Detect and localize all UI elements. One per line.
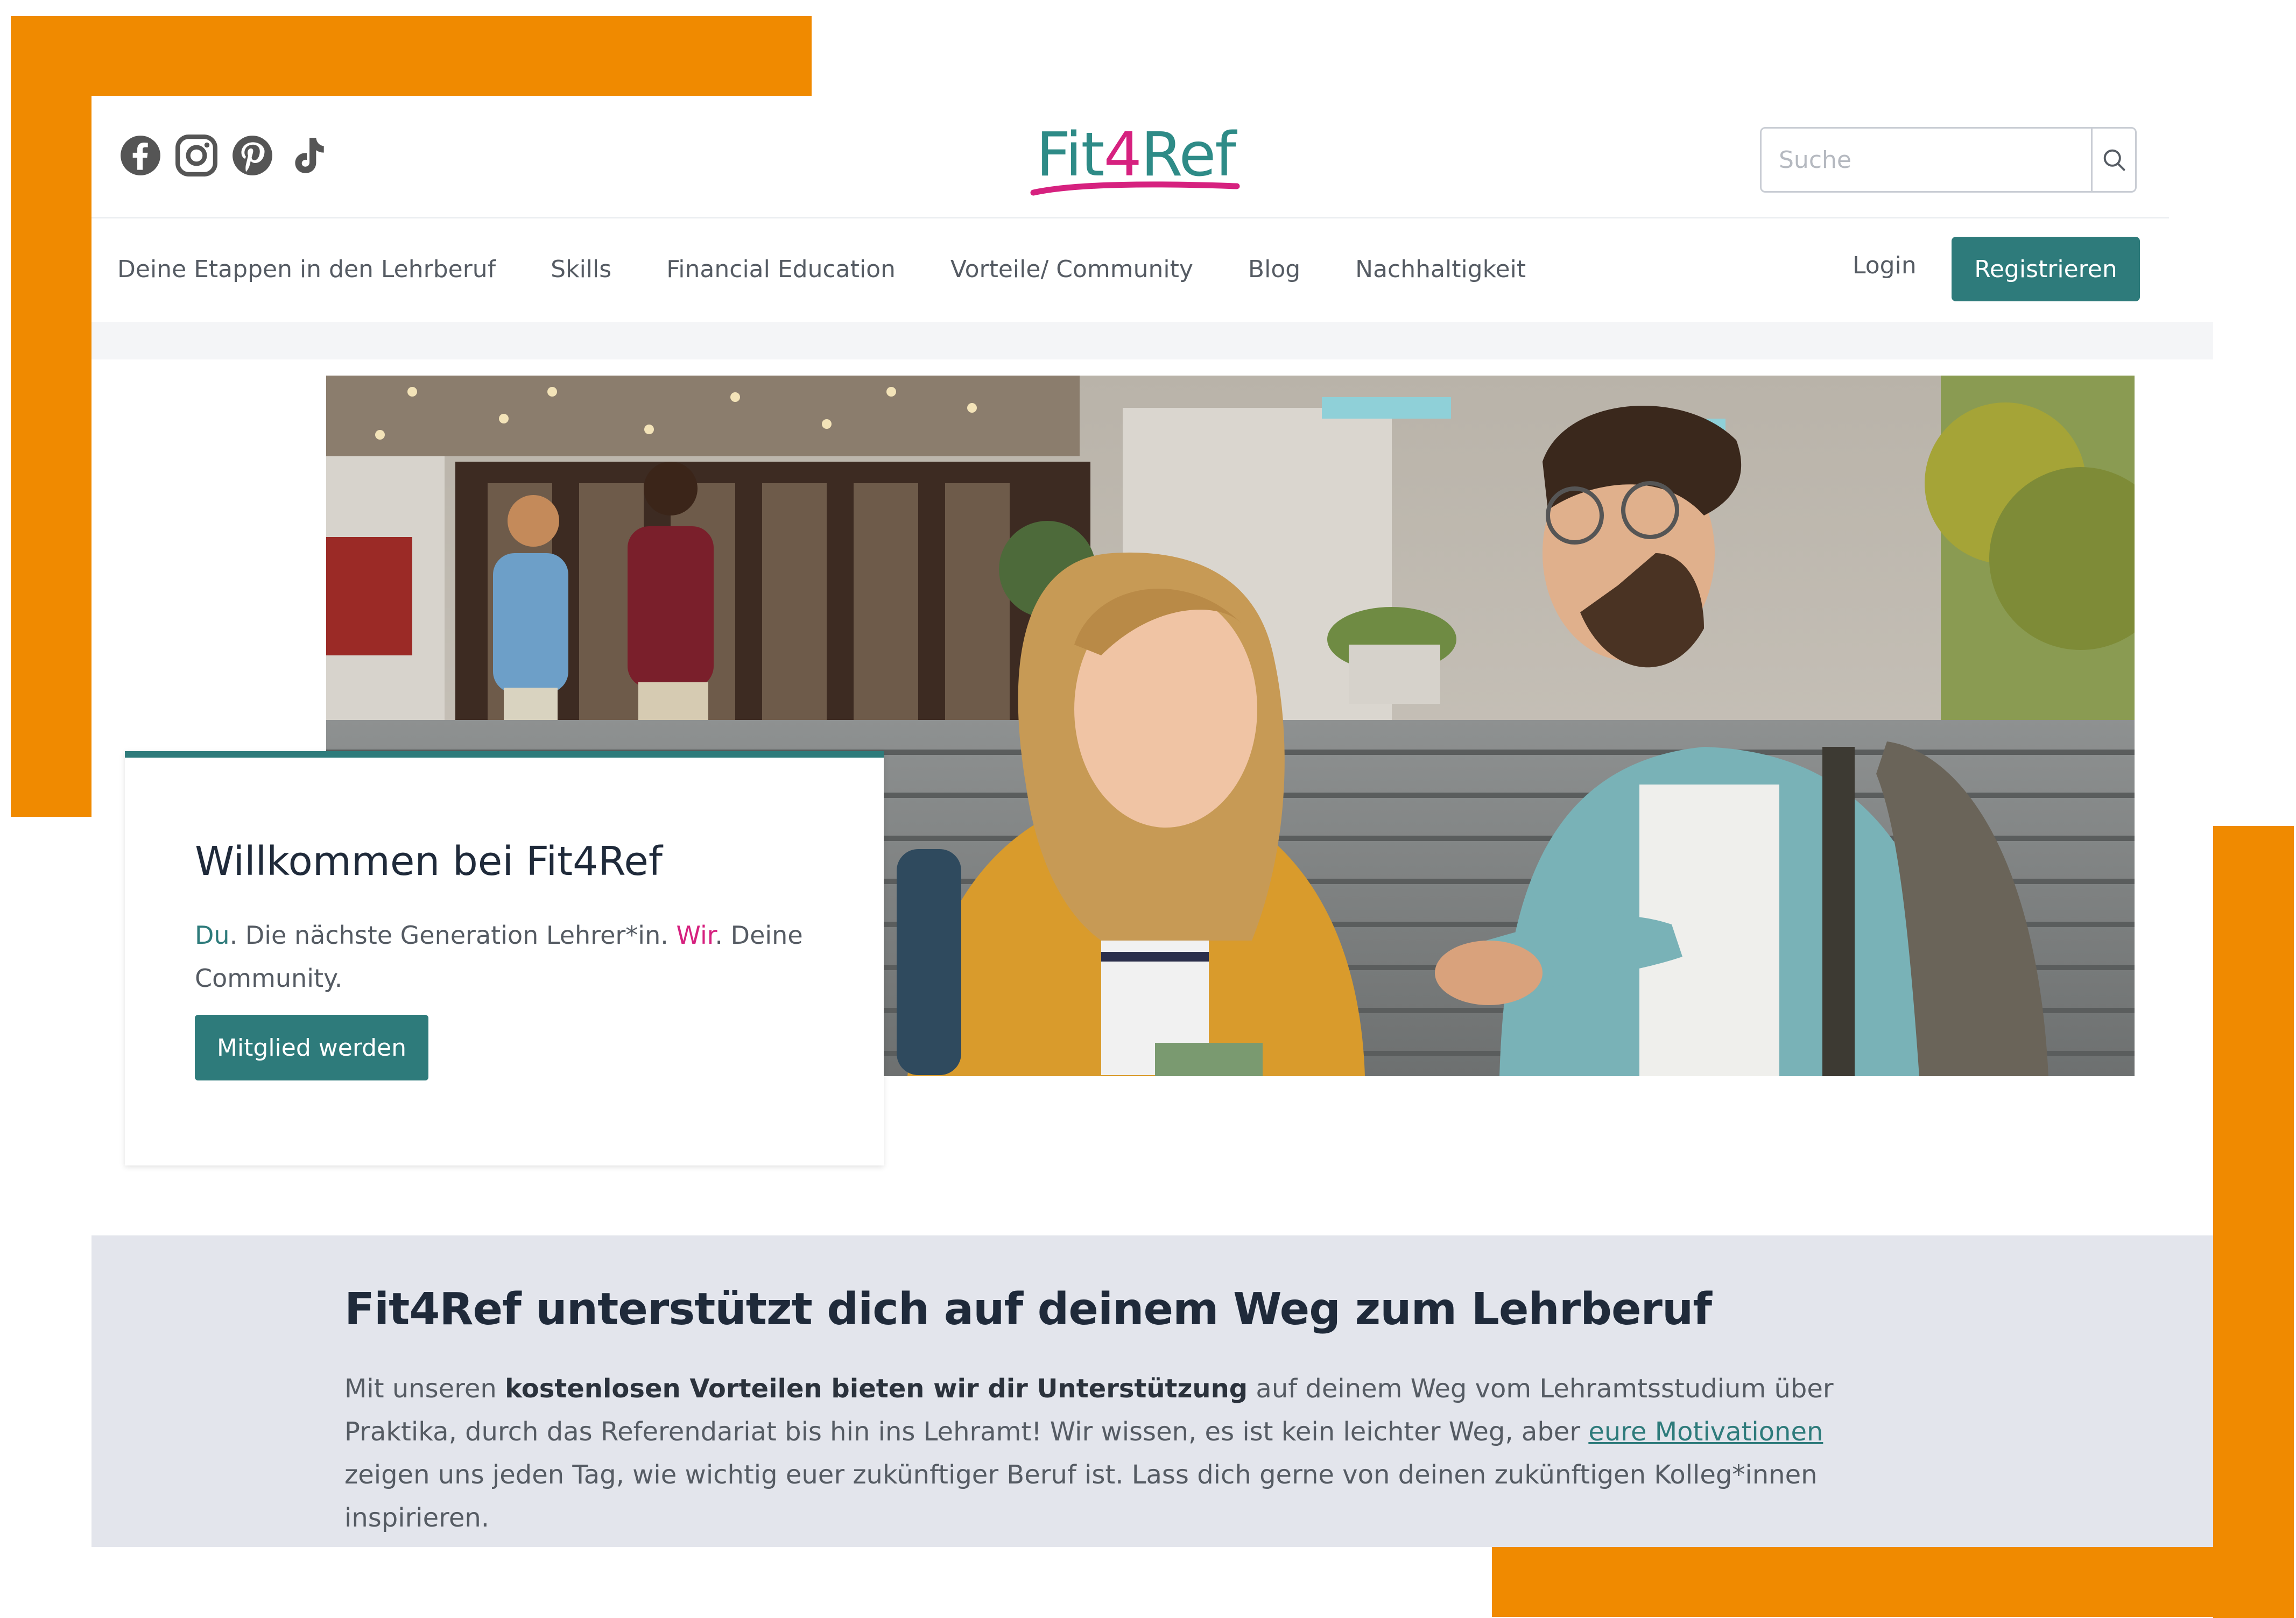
decor-frame-top — [11, 16, 812, 96]
decor-frame-left — [11, 16, 91, 817]
pinterest-icon[interactable] — [230, 133, 274, 178]
logo-swoosh — [1030, 181, 1240, 196]
grey-band — [91, 322, 2213, 359]
welcome-card: Willkommen bei Fit4Ref Du. Die nächste G… — [125, 751, 884, 1165]
login-link[interactable]: Login — [1853, 252, 1917, 279]
nav-item-etappen[interactable]: Deine Etappen in den Lehrberuf — [117, 256, 496, 283]
info-section: Fit4Ref unterstützt dich auf deinem Weg … — [91, 1235, 2213, 1547]
search-icon — [2103, 149, 2125, 171]
search-input[interactable] — [1762, 129, 2091, 191]
main-nav: Deine Etappen in den Lehrberuf Skills Fi… — [117, 237, 1581, 301]
nav-item-vorteile-community[interactable]: Vorteile/ Community — [950, 256, 1193, 283]
social-links — [118, 133, 330, 178]
nav-item-nachhaltigkeit[interactable]: Nachhaltigkeit — [1355, 256, 1526, 283]
search-box — [1760, 127, 2137, 193]
welcome-tagline: Du. Die nächste Generation Lehrer*in. Wi… — [195, 914, 830, 1000]
motivation-link[interactable]: eure Motivationen — [1588, 1417, 1823, 1447]
tagline-du: Du — [195, 921, 230, 950]
info-paragraph: Mit unseren kostenlosen Vorteilen bieten… — [344, 1367, 1889, 1539]
site-logo[interactable]: Fit4Ref — [1023, 117, 1249, 198]
info-text-3: zeigen uns jeden Tag, wie wichtig euer z… — [344, 1460, 1818, 1533]
tiktok-icon[interactable] — [286, 133, 330, 178]
nav-item-skills[interactable]: Skills — [551, 256, 611, 283]
decor-frame-bottom — [1492, 1547, 2294, 1617]
become-member-button[interactable]: Mitglied werden — [195, 1015, 428, 1080]
nav-item-financial-education[interactable]: Financial Education — [666, 256, 896, 283]
nav-item-blog[interactable]: Blog — [1248, 256, 1300, 283]
tagline-wir: Wir — [676, 921, 715, 950]
info-text-bold: kostenlosen Vorteilen bieten wir dir Unt… — [505, 1374, 1248, 1404]
header-divider — [91, 217, 2169, 218]
facebook-icon[interactable] — [118, 133, 163, 178]
website-page: Fit4Ref Deine Etappen in den Lehrberuf S… — [91, 96, 2213, 1547]
decor-frame-right — [2213, 826, 2294, 1618]
info-text-1: Mit unseren — [344, 1374, 505, 1404]
instagram-icon[interactable] — [174, 133, 219, 178]
tagline-middle: . Die nächste Generation Lehrer*in. — [229, 921, 677, 950]
info-heading: Fit4Ref unterstützt dich auf deinem Weg … — [344, 1284, 1712, 1335]
welcome-title: Willkommen bei Fit4Ref — [195, 838, 663, 885]
register-button[interactable]: Registrieren — [1952, 237, 2140, 301]
search-button[interactable] — [2091, 129, 2135, 191]
